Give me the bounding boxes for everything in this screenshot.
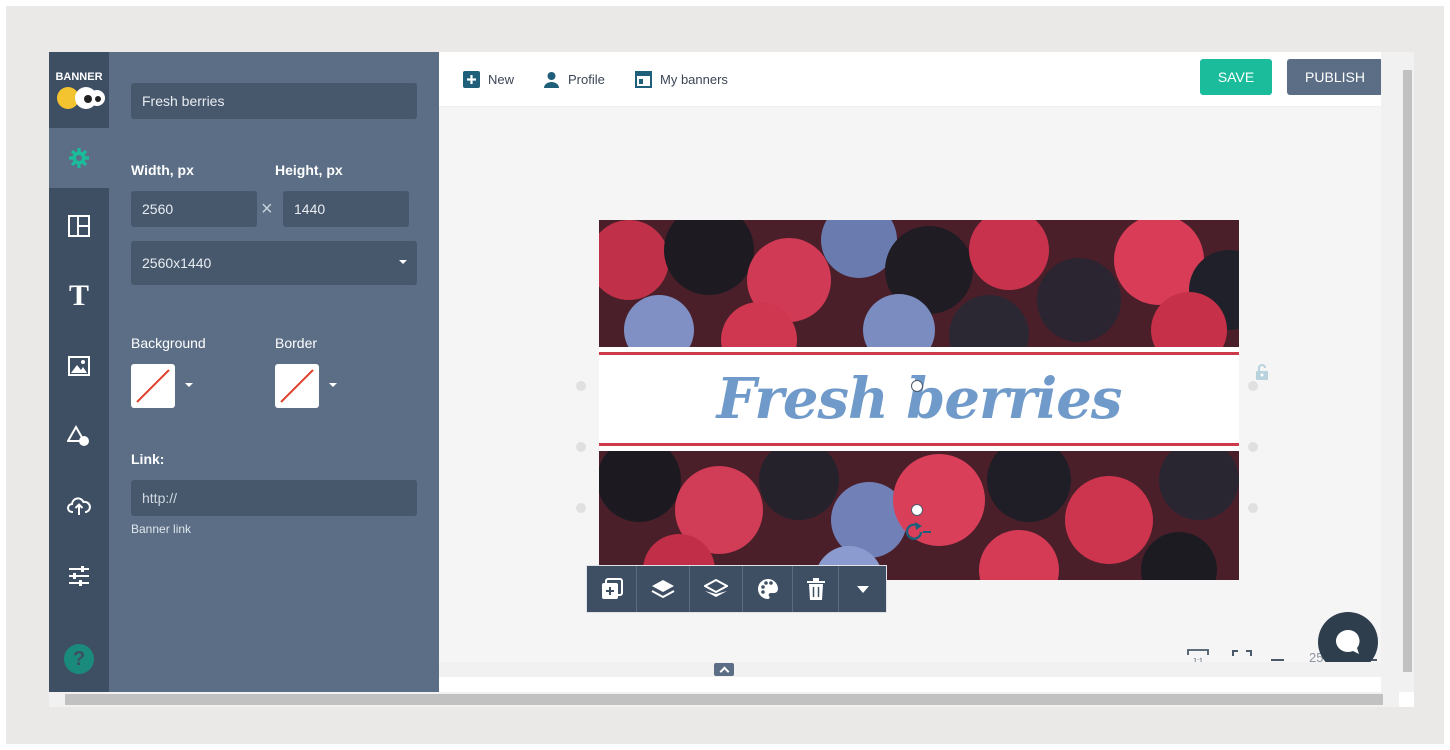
canvas-area: Fresh berries 25 bbox=[439, 107, 1381, 677]
border-dropdown-icon[interactable] bbox=[329, 383, 337, 387]
banner-name-input[interactable]: Fresh berries bbox=[131, 83, 417, 119]
resize-handle-left-mid[interactable] bbox=[576, 442, 586, 452]
delete-button[interactable] bbox=[793, 566, 839, 612]
rail-text[interactable]: T bbox=[49, 266, 109, 326]
rotate-icon[interactable] bbox=[903, 520, 933, 544]
rail-image[interactable] bbox=[49, 336, 109, 396]
palette-icon bbox=[757, 579, 778, 599]
plus-square-icon bbox=[463, 71, 480, 88]
bannerboo-logo-icon: BANNER bbox=[55, 71, 105, 109]
background-label: Background bbox=[131, 335, 206, 351]
more-options-button[interactable] bbox=[839, 566, 886, 612]
vertical-scroll-thumb[interactable] bbox=[1403, 70, 1412, 672]
profile-button[interactable]: Profile bbox=[543, 52, 605, 107]
width-label: Width, px bbox=[131, 162, 194, 178]
resize-handle-bottom[interactable] bbox=[911, 504, 923, 516]
headline-text[interactable]: Fresh berries bbox=[717, 366, 1123, 432]
image-icon bbox=[68, 356, 90, 376]
trash-icon bbox=[806, 578, 825, 600]
chevron-down-icon bbox=[399, 260, 407, 264]
resize-handle-right-bottom[interactable] bbox=[1248, 503, 1258, 513]
chevron-down-icon bbox=[856, 585, 869, 593]
resize-handle-right-top[interactable] bbox=[1248, 381, 1258, 391]
background-color-swatch[interactable] bbox=[131, 364, 175, 408]
layer-down-icon bbox=[704, 579, 728, 597]
vertical-scrollbar[interactable] bbox=[1381, 52, 1414, 692]
times-icon: × bbox=[261, 198, 273, 220]
height-label: Height, px bbox=[275, 162, 343, 178]
chevron-up-icon bbox=[719, 666, 729, 676]
color-button[interactable] bbox=[743, 566, 793, 612]
size-preset-value: 2560x1440 bbox=[142, 255, 212, 271]
size-preset-select[interactable]: 2560x1440 bbox=[131, 241, 417, 285]
stripe-bottom-white bbox=[599, 446, 1239, 451]
send-backward-button[interactable] bbox=[690, 566, 743, 612]
banners-icon bbox=[635, 71, 652, 88]
element-toolbar bbox=[586, 565, 887, 613]
rail-upload[interactable] bbox=[49, 476, 109, 536]
horizontal-scroll-thumb[interactable] bbox=[65, 694, 1383, 705]
sliders-icon bbox=[69, 566, 89, 586]
duplicate-button[interactable] bbox=[587, 566, 637, 612]
horizontal-scrollbar[interactable] bbox=[49, 692, 1399, 707]
chat-icon bbox=[1336, 629, 1360, 654]
rail-help[interactable]: ? bbox=[49, 629, 109, 689]
shapes-icon bbox=[67, 424, 89, 446]
my-banners-label: My banners bbox=[660, 72, 728, 87]
rail-layout[interactable] bbox=[49, 196, 109, 256]
publish-button[interactable]: PUBLISH bbox=[1287, 59, 1383, 95]
canvas-hscroll[interactable] bbox=[439, 662, 1381, 677]
duplicate-icon bbox=[601, 578, 623, 599]
panel-toggle-button[interactable] bbox=[714, 663, 734, 676]
tool-rail: BANNER T ? bbox=[49, 52, 109, 692]
layout-icon bbox=[68, 215, 90, 237]
zoom-out-button[interactable] bbox=[1271, 659, 1284, 661]
my-banners-button[interactable]: My banners bbox=[635, 52, 728, 107]
bring-forward-button[interactable] bbox=[637, 566, 690, 612]
upload-icon bbox=[67, 497, 91, 515]
rail-settings[interactable] bbox=[49, 128, 109, 188]
rail-shapes[interactable] bbox=[49, 406, 109, 466]
link-help-text: Banner link bbox=[131, 522, 192, 536]
gear-icon bbox=[69, 148, 89, 168]
headline-band[interactable]: Fresh berries bbox=[599, 355, 1239, 443]
new-label: New bbox=[488, 72, 515, 87]
unlock-icon[interactable] bbox=[1255, 364, 1269, 380]
window-frame: BANNER T ? Fresh berries Width, px Heigh… bbox=[6, 6, 1444, 744]
border-label: Border bbox=[275, 335, 318, 351]
resize-handle-right-mid[interactable] bbox=[1248, 442, 1258, 452]
resize-handle-top[interactable] bbox=[911, 380, 923, 392]
profile-label: Profile bbox=[568, 72, 605, 87]
background-dropdown-icon[interactable] bbox=[185, 383, 193, 387]
resize-handle-left-top[interactable] bbox=[576, 381, 586, 391]
height-input[interactable]: 1440 bbox=[283, 191, 409, 227]
help-icon: ? bbox=[64, 644, 94, 674]
settings-panel: Fresh berries Width, px Height, px 2560 … bbox=[109, 52, 439, 692]
logo-line1: BANNER bbox=[55, 71, 102, 83]
text-icon: T bbox=[68, 279, 89, 312]
width-input[interactable]: 2560 bbox=[131, 191, 257, 227]
rail-adjust[interactable] bbox=[49, 546, 109, 606]
editor-app: BANNER T ? Fresh berries Width, px Heigh… bbox=[49, 52, 1414, 707]
logo[interactable]: BANNER bbox=[49, 52, 109, 128]
border-color-swatch[interactable] bbox=[275, 364, 319, 408]
user-icon bbox=[544, 72, 559, 88]
link-input[interactable]: http:// bbox=[131, 480, 417, 516]
no-color-icon bbox=[136, 369, 170, 403]
link-label: Link: bbox=[131, 451, 165, 467]
save-button[interactable]: SAVE bbox=[1200, 59, 1272, 95]
layer-up-icon bbox=[651, 580, 675, 599]
no-color-icon bbox=[280, 369, 314, 403]
top-toolbar: New Profile My banners SAVE PUBLISH bbox=[439, 52, 1383, 107]
resize-handle-left-bottom[interactable] bbox=[576, 503, 586, 513]
new-button[interactable]: New bbox=[463, 52, 514, 107]
